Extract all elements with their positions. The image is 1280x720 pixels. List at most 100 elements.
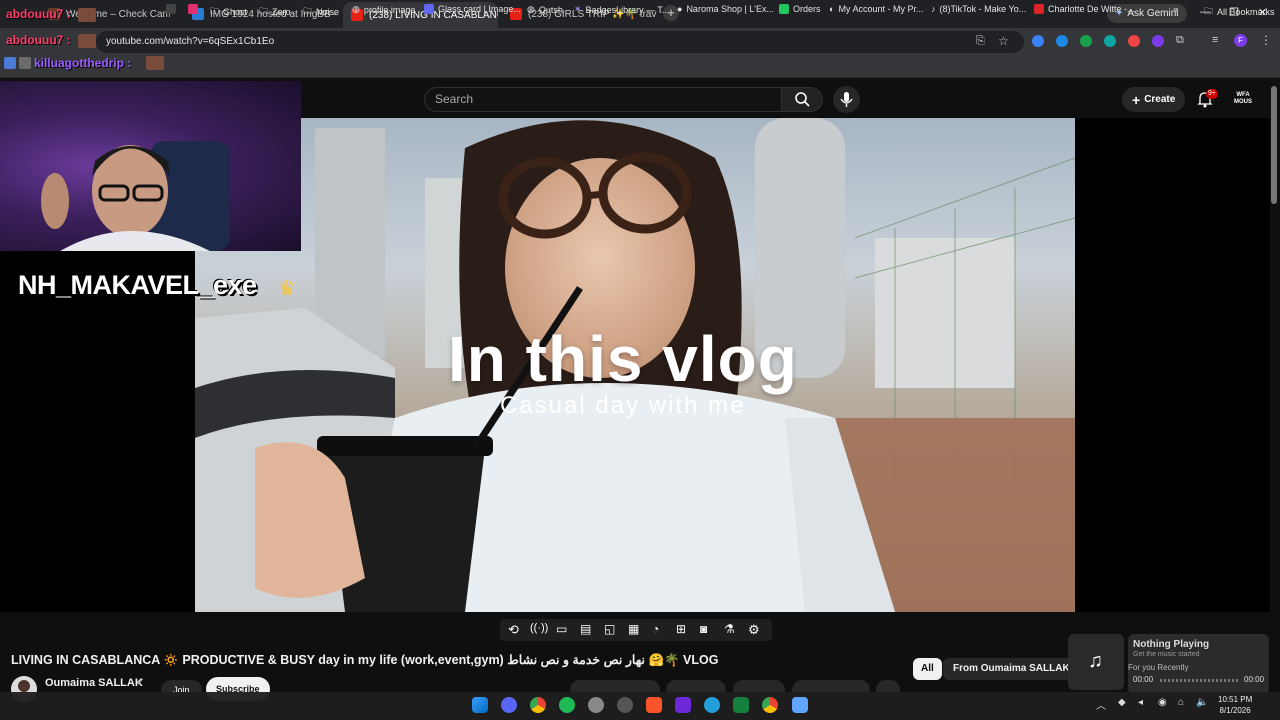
brave-icon[interactable] xyxy=(646,697,662,713)
extension-icon[interactable] xyxy=(1152,35,1164,47)
now-playing-subtitle: Get the music started xyxy=(1133,651,1200,658)
search-placeholder: Search xyxy=(435,92,474,106)
extension-icon[interactable] xyxy=(1032,35,1044,47)
discord-icon[interactable] xyxy=(501,697,517,713)
bookmark-noise[interactable]: 🗀 Noise xyxy=(303,4,339,20)
music-widget-art[interactable]: ♫ xyxy=(1068,634,1124,690)
now-playing-progress[interactable] xyxy=(1160,679,1238,682)
tray-app-icon[interactable]: ◂ xyxy=(1138,697,1143,708)
flask-icon[interactable]: ⚗ xyxy=(724,622,740,638)
side-panel-icon[interactable]: ≡ xyxy=(1212,34,1218,46)
extensions-puzzle-icon[interactable]: ⧉ xyxy=(1176,34,1184,47)
globe-icon: ◍ xyxy=(527,4,535,14)
bookmark-label: profile image xyxy=(363,4,416,15)
camera-icon[interactable]: ◙ xyxy=(700,622,716,638)
chip-all[interactable]: All xyxy=(913,658,942,680)
app-icon[interactable] xyxy=(792,697,808,713)
chrome-profile-icon[interactable] xyxy=(762,697,778,713)
video-overlay-subtitle: Casual day with me xyxy=(500,392,746,419)
bookmark-qutsh[interactable]: ◍ Qutsh xyxy=(527,4,563,15)
app-icon[interactable] xyxy=(588,697,604,713)
app-icon[interactable] xyxy=(675,697,691,713)
globe-icon: ◍ xyxy=(352,4,360,14)
instagram-icon xyxy=(188,4,198,14)
subtitles-icon[interactable]: ▭ xyxy=(556,622,572,638)
miniplayer-icon[interactable]: ◱ xyxy=(604,622,620,638)
webcam-illustration xyxy=(41,141,230,251)
bookmark-zero[interactable]: 🗀 Zero xyxy=(259,4,291,20)
tray-app-icon[interactable]: ◉ xyxy=(1158,697,1167,708)
settings-gear-icon[interactable]: ⚙ xyxy=(748,622,764,638)
now-playing-duration: 00:00 xyxy=(1244,675,1265,684)
orders-icon xyxy=(779,4,789,14)
ask-gemini-label: Ask Gemini xyxy=(1127,8,1179,19)
tray-app-icon[interactable]: ◆ xyxy=(1118,697,1126,708)
bookmark-label: My Account - My Pr... xyxy=(838,4,924,14)
microphone-icon xyxy=(840,92,853,107)
search-icon xyxy=(795,92,810,107)
volume-icon[interactable]: 🔈 xyxy=(1196,697,1208,708)
windows-start-icon[interactable] xyxy=(472,697,488,713)
speedometer-icon[interactable]: ◔ xyxy=(652,622,668,638)
create-button[interactable]: + Create xyxy=(1122,87,1186,112)
bookmark-profile-image[interactable]: ◍ profile image xyxy=(352,4,415,15)
bookmark-my-account[interactable]: ◐ My Account - My Pr... xyxy=(829,4,923,14)
obs-icon[interactable] xyxy=(617,697,633,713)
extension-icon[interactable] xyxy=(1104,35,1116,47)
voice-search-button[interactable] xyxy=(833,86,860,113)
spotify-icon[interactable] xyxy=(559,697,575,713)
bookmark-favicon-icon xyxy=(166,4,176,14)
bookmark-glass-card[interactable]: Glass card | Image... xyxy=(424,4,521,14)
bookmark-orders[interactable]: Orders xyxy=(779,4,821,14)
network-icon[interactable]: ⌂ xyxy=(1178,697,1184,708)
tiktok-icon: ♪ xyxy=(931,4,936,14)
chrome-icon[interactable] xyxy=(530,697,546,713)
chat-username: killuagotthedrip : xyxy=(34,56,132,70)
video-overlay-title: In this vlog xyxy=(448,323,798,395)
extension-icon[interactable] xyxy=(1056,35,1068,47)
add-box-icon[interactable]: ⊞ xyxy=(676,622,692,638)
bookmark-charlotte[interactable]: Charlotte De Witte -... xyxy=(1034,4,1135,14)
bookmark-favicon-icon xyxy=(424,4,434,14)
notification-count-badge: 9+ xyxy=(1206,89,1218,99)
tray-chevron-icon[interactable]: ︿ xyxy=(1096,697,1106,712)
chip-from-channel[interactable]: From Oumaima SALLAK xyxy=(943,658,1080,680)
extension-icon[interactable] xyxy=(1080,35,1092,47)
bookmark-tiktok[interactable]: ♪ (8)TikTok - Make Yo... xyxy=(931,4,1026,14)
plus-icon: + xyxy=(1132,91,1141,108)
chat-username: abdouuu7 : xyxy=(6,33,71,47)
channel-name[interactable]: Oumaima SALLAK xyxy=(45,677,143,689)
folder-icon: 🗀 xyxy=(210,6,220,16)
bookmark-icon-only[interactable] xyxy=(188,4,198,14)
bookmark-badgeslibrary[interactable]: ✶ BadgesLibrary — T... xyxy=(574,4,669,15)
taskbar-clock[interactable]: 10:51 PM 8/1/2026 xyxy=(1218,694,1252,716)
video-right-letterbox xyxy=(1075,118,1270,612)
menu-kebab-icon[interactable]: ⋮ xyxy=(1260,33,1272,47)
search-button[interactable] xyxy=(781,87,823,112)
loop-icon[interactable]: ⟲ xyxy=(508,622,524,638)
search-input[interactable]: Search xyxy=(424,87,782,112)
page-scrollbar[interactable] xyxy=(1271,86,1277,204)
telegram-icon[interactable] xyxy=(704,697,720,713)
account-avatar[interactable]: WFA MOUS xyxy=(1232,92,1254,106)
all-bookmarks-folder[interactable]: 🗀 All Bookmarks xyxy=(1204,4,1275,20)
chat-emote-icon xyxy=(78,34,96,48)
extension-icon[interactable] xyxy=(1128,35,1140,47)
bookmark-label: Zero xyxy=(272,7,291,17)
install-app-icon[interactable]: ⎘ xyxy=(976,35,985,48)
clapperboard-icon[interactable]: ▤ xyxy=(580,622,596,638)
url-omnibox[interactable]: youtube.com/watch?v=6qSEx1Cb1Eo xyxy=(96,31,1024,53)
app-icon[interactable] xyxy=(733,697,749,713)
audio-wave-icon[interactable]: ((·)) xyxy=(530,622,548,638)
bookmark-ghost[interactable]: 🗀 Ghost xyxy=(210,4,247,20)
clock-time: 10:51 PM xyxy=(1218,695,1253,704)
profile-avatar[interactable]: F xyxy=(1234,34,1247,47)
music-note-icon: ♫ xyxy=(1088,650,1103,672)
streamer-name-overlay: NH_MAKAVEL_exe xyxy=(18,270,257,300)
bookmark-star-icon[interactable]: ☆ xyxy=(998,34,1009,48)
chat-badge-icon xyxy=(4,57,16,69)
bookmarks-overflow-chevron-icon[interactable]: » xyxy=(1173,4,1178,14)
bookmark-naroma-shop[interactable]: ● Naroma Shop | L'Ex... xyxy=(677,4,774,14)
theater-mode-icon[interactable]: ▦ xyxy=(628,622,644,638)
bookmark-icon-only[interactable] xyxy=(166,4,176,14)
